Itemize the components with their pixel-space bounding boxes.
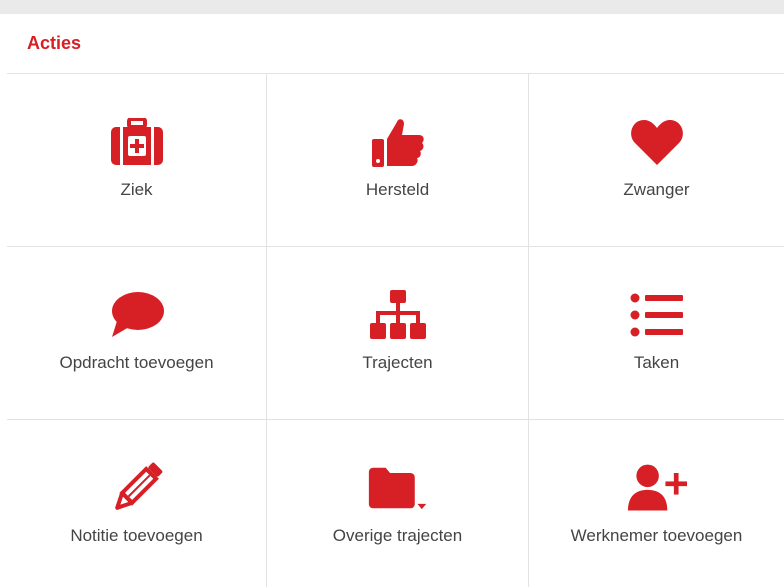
action-label: Werknemer toevoegen (570, 526, 743, 545)
action-hersteld[interactable]: Hersteld (267, 74, 529, 247)
action-trajecten[interactable]: Trajecten (267, 247, 529, 420)
heart-icon (627, 114, 687, 170)
top-strip (0, 0, 784, 14)
action-ziek[interactable]: Ziek (7, 74, 267, 247)
user-plus-icon (627, 460, 687, 516)
action-label: Hersteld (365, 180, 430, 199)
action-opdracht-toevoegen[interactable]: Opdracht toevoegen (7, 247, 267, 420)
action-label: Ziek (120, 180, 153, 199)
panel-title: Acties (27, 33, 82, 53)
action-notitie-toevoegen[interactable]: Notitie toevoegen (7, 420, 267, 587)
action-zwanger[interactable]: Zwanger (529, 74, 784, 247)
action-label: Trajecten (362, 353, 433, 372)
action-label: Opdracht toevoegen (59, 353, 214, 372)
action-werknemer-toevoegen[interactable]: Werknemer toevoegen (529, 420, 784, 587)
action-taken[interactable]: Taken (529, 247, 784, 420)
action-label: Taken (633, 353, 680, 372)
sitemap-icon (368, 287, 428, 343)
comment-icon (107, 287, 167, 343)
actions-panel: Acties Ziek Hersteld Zwanger Opdracht to… (7, 14, 784, 587)
thumbs-up-icon (368, 114, 428, 170)
actions-grid: Ziek Hersteld Zwanger Opdracht toevoegen… (7, 74, 784, 587)
pencil-icon (107, 460, 167, 516)
list-icon (627, 287, 687, 343)
action-label: Overige trajecten (332, 526, 463, 545)
action-label: Notitie toevoegen (70, 526, 203, 545)
action-label: Zwanger (623, 180, 690, 199)
folder-dropdown-icon (368, 460, 428, 516)
panel-header: Acties (7, 14, 784, 74)
medkit-icon (107, 114, 167, 170)
action-overige-trajecten[interactable]: Overige trajecten (267, 420, 529, 587)
